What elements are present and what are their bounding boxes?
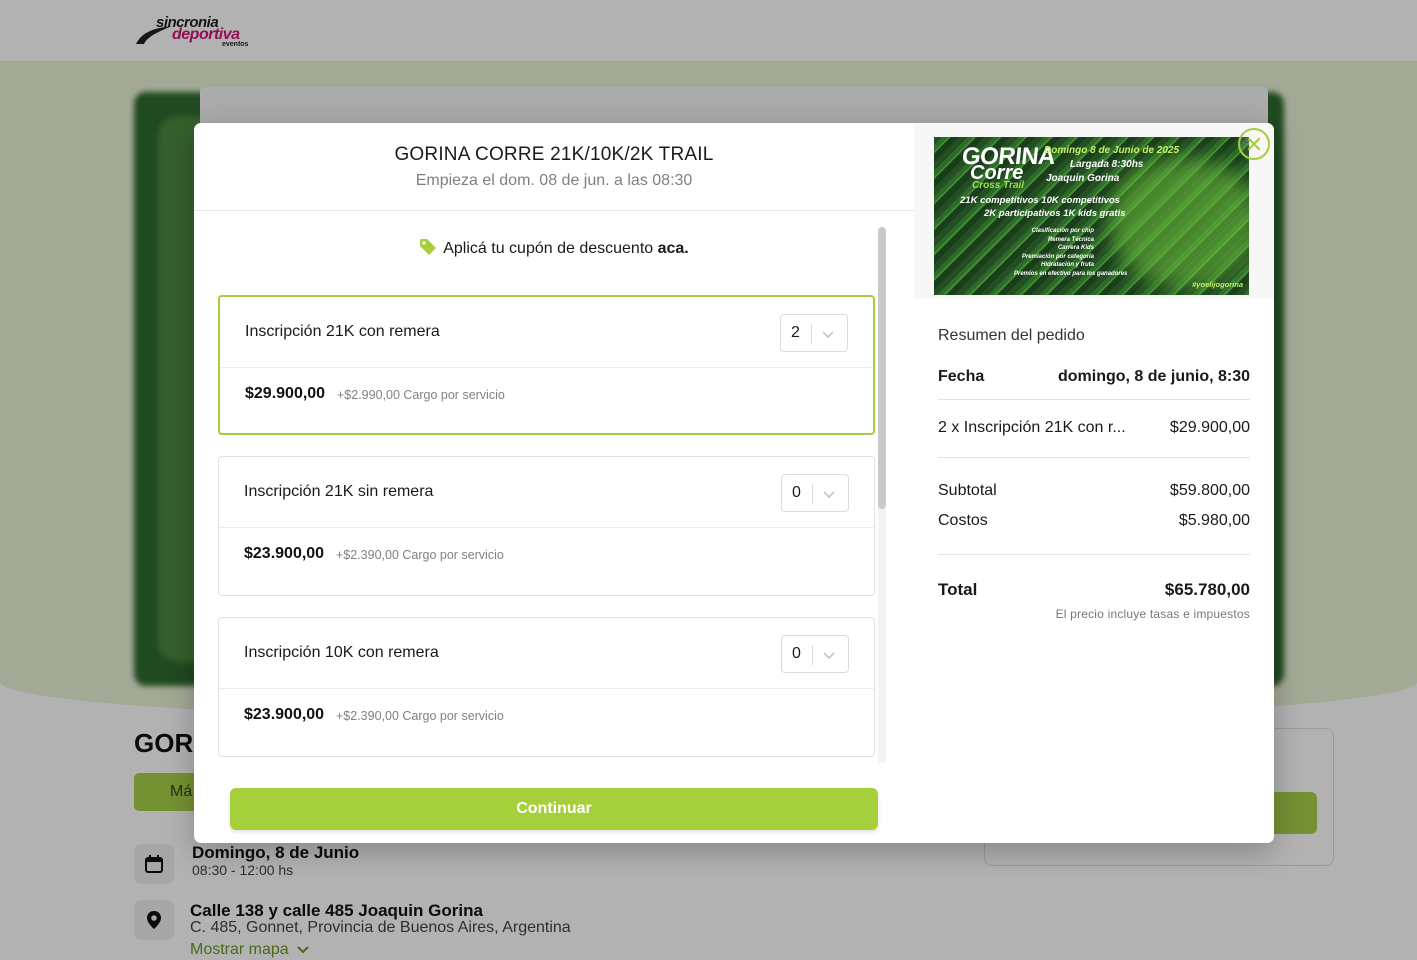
ticket-selection-panel: GORINA CORRE 21K/10K/2K TRAIL Empieza el… <box>194 123 914 843</box>
banner-feature: Premiación por categoría <box>1021 253 1094 260</box>
banner-distances-a: 21K competitivos 10K competitivos <box>960 195 1120 206</box>
checkout-modal: GORINA CORRE 21K/10K/2K TRAIL Empieza el… <box>194 123 1274 843</box>
quantity-select[interactable]: 0 <box>781 635 849 673</box>
summary-date-label: Fecha <box>938 368 985 385</box>
ticket-service-fee: +$2.390,00 Cargo por servicio <box>336 548 504 562</box>
chevron-down-icon <box>823 652 835 660</box>
ticket-card[interactable]: Inscripción 10K con remera 0 $23.900,00 … <box>218 617 875 757</box>
quantity-separator <box>812 645 813 665</box>
banner-feature: Remera Técnica <box>1047 236 1094 243</box>
total-label: Total <box>938 580 978 599</box>
quantity-separator <box>812 484 813 504</box>
ticket-name: Inscripción 21K con remera <box>245 323 440 340</box>
banner-hashtag: #yoelijogorina <box>1192 280 1243 289</box>
modal-event-subtitle: Empieza el dom. 08 de jun. a las 08:30 <box>415 172 693 189</box>
ticket-divider <box>220 367 873 368</box>
ticket-list[interactable]: Inscripción 21K con remera 2 $29.900,00 … <box>218 223 884 763</box>
close-icon <box>1247 137 1261 151</box>
ticket-card[interactable]: Inscripción 21K sin remera 0 $23.900,00 … <box>218 456 875 596</box>
tax-note: El precio incluye tasas e impuestos <box>1055 607 1250 621</box>
modal-event-title: GORINA CORRE 21K/10K/2K TRAIL <box>394 144 714 165</box>
quantity-value: 0 <box>792 484 801 501</box>
order-summary-panel: GORINA Corre Cross Trail Domingo 8 de Ju… <box>914 123 1274 843</box>
ticket-service-fee: +$2.990,00 Cargo por servicio <box>337 388 505 402</box>
summary-date-value: domingo, 8 de junio, 8:30 <box>1057 368 1250 385</box>
ticket-price: $23.900,00 <box>244 706 325 723</box>
header-divider <box>194 210 914 211</box>
subtotal-label: Subtotal <box>938 482 997 499</box>
summary-divider <box>938 554 1250 555</box>
banner-date: Domingo 8 de Junio de 2025 <box>1044 145 1180 156</box>
costs-value: $5.980,00 <box>1178 512 1250 529</box>
ticket-price: $29.900,00 <box>245 385 326 402</box>
banner-brand-3: Cross Trail <box>972 180 1025 191</box>
ticket-service-fee: +$2.390,00 Cargo por servicio <box>336 709 504 723</box>
chevron-down-icon <box>823 491 835 499</box>
continue-button[interactable]: Continuar <box>230 788 878 830</box>
line-item-value: $29.900,00 <box>1169 419 1250 436</box>
banner-start: Largada 8:30hs <box>1070 159 1144 170</box>
chevron-down-icon <box>822 331 834 339</box>
costs-label: Costos <box>938 512 988 529</box>
quantity-separator <box>811 324 812 344</box>
summary-divider <box>938 457 1250 458</box>
ticket-name: Inscripción 21K sin remera <box>244 483 434 500</box>
event-banner-image: GORINA Corre Cross Trail Domingo 8 de Ju… <box>934 137 1249 295</box>
quantity-value: 0 <box>792 645 801 662</box>
order-summary: Resumen del pedido Fecha domingo, 8 de j… <box>914 299 1274 843</box>
line-item-label: 2 x Inscripción 21K con r... <box>938 419 1126 436</box>
ticket-divider <box>219 688 874 689</box>
quantity-select[interactable]: 0 <box>781 474 849 512</box>
ticket-price: $23.900,00 <box>244 545 325 562</box>
banner-feature: Hidratación y fruta <box>1040 262 1094 268</box>
ticket-name: Inscripción 10K con remera <box>244 644 439 661</box>
total-value: $65.780,00 <box>1164 580 1250 599</box>
banner-glow <box>1109 157 1249 287</box>
banner-features: Clasificación por chip Remera Técnica Ca… <box>1014 227 1128 278</box>
scrollbar-thumb[interactable] <box>878 227 886 509</box>
ticket-card[interactable]: Inscripción 21K con remera 2 $29.900,00 … <box>218 295 875 435</box>
subtotal-value: $59.800,00 <box>1169 482 1250 499</box>
banner-feature: Carrera Kids <box>1057 245 1094 251</box>
banner-distances-b: 2K participativos 1K kids gratis <box>984 208 1126 219</box>
summary-title: Resumen del pedido <box>938 327 1085 344</box>
banner-place: Joaquin Gorina <box>1046 173 1120 184</box>
summary-divider <box>938 399 1250 400</box>
close-modal-button[interactable] <box>1238 128 1270 160</box>
banner-feature: Clasificación por chip <box>1031 228 1094 234</box>
quantity-select[interactable]: 2 <box>780 314 848 352</box>
quantity-value: 2 <box>791 324 800 341</box>
banner-feature: Premios en efectivo para los ganadores <box>1014 270 1128 277</box>
ticket-divider <box>219 527 874 528</box>
